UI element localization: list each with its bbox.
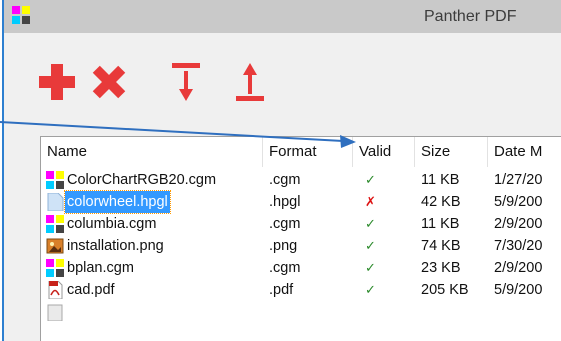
arrow-up-from-line-icon [236, 63, 264, 101]
file-date: 5/9/200 [494, 194, 543, 210]
file-format: .cgm [269, 260, 301, 276]
valid-check-icon: ✓ [365, 282, 376, 297]
valid-check-icon: ✓ [365, 172, 376, 187]
table-row[interactable]: ColorChartRGB20.cgm .cgm ✓ 11 KB 1/27/20 [41, 169, 561, 191]
file-size: 74 KB [421, 238, 461, 254]
file-format: .png [269, 238, 298, 254]
file-name: bplan.cgm [67, 260, 134, 276]
file-name: installation.png [67, 238, 164, 254]
file-date: 7/30/20 [494, 238, 543, 254]
file-size: 11 KB [421, 172, 460, 188]
move-top-button[interactable] [230, 57, 272, 105]
pdf-file-icon [48, 281, 63, 299]
file-date: 1/27/20 [494, 172, 543, 188]
valid-check-icon: ✓ [365, 216, 376, 231]
cgm-file-icon [46, 259, 64, 277]
file-format: .hpgl [269, 194, 301, 210]
list-header: Name Format Valid Size Date M [41, 137, 561, 167]
cgm-file-icon [46, 215, 64, 233]
app-window: Panther PDF Name Format Valid Size Date … [2, 0, 561, 341]
move-bottom-button[interactable] [166, 57, 208, 105]
file-size: 205 KB [421, 282, 469, 298]
valid-check-icon: ✓ [365, 238, 376, 253]
toolbar [4, 33, 561, 113]
app-icon [12, 6, 30, 24]
file-format: .pdf [269, 282, 294, 298]
plus-icon [39, 64, 75, 100]
file-name: columbia.cgm [67, 216, 157, 232]
window-title: Panther PDF [424, 8, 517, 25]
table-row[interactable] [41, 301, 561, 323]
delete-button[interactable] [88, 57, 130, 105]
column-header-date[interactable]: Date M [488, 137, 561, 167]
table-row[interactable]: installation.png .png ✓ 74 KB 7/30/20 [41, 235, 561, 257]
file-name: cad.pdf [67, 282, 115, 298]
file-date: 5/9/200 [494, 282, 543, 298]
column-header-valid[interactable]: Valid [353, 137, 415, 167]
x-icon [92, 65, 126, 99]
file-size: 11 KB [421, 216, 460, 232]
table-row[interactable]: columbia.cgm .cgm ✓ 11 KB 2/9/200 [41, 213, 561, 235]
file-name: ColorChartRGB20.cgm [67, 172, 217, 188]
column-header-name[interactable]: Name [41, 137, 263, 167]
file-date: 2/9/200 [494, 216, 543, 232]
table-row[interactable]: cad.pdf .pdf ✓ 205 KB 5/9/200 [41, 279, 561, 301]
file-icon [47, 304, 63, 321]
file-format: .cgm [269, 216, 301, 232]
column-header-size[interactable]: Size [415, 137, 488, 167]
invalid-cross-icon: ✗ [365, 194, 376, 209]
file-size: 42 KB [421, 194, 461, 210]
table-row[interactable]: bplan.cgm .cgm ✓ 23 KB 2/9/200 [41, 257, 561, 279]
file-date: 2/9/200 [494, 260, 543, 276]
arrow-down-to-line-icon [172, 63, 200, 101]
title-bar: Panther PDF [4, 0, 561, 33]
cgm-file-icon [46, 171, 64, 189]
valid-check-icon: ✓ [365, 260, 376, 275]
png-file-icon [46, 238, 64, 254]
file-format: .cgm [269, 172, 301, 188]
column-header-format[interactable]: Format [263, 137, 353, 167]
add-button[interactable] [36, 57, 78, 105]
table-row[interactable]: colorwheel.hpgl .hpgl ✗ 42 KB 5/9/200 [41, 190, 561, 214]
file-size: 23 KB [421, 260, 461, 276]
file-list: Name Format Valid Size Date M ColorChart… [40, 136, 561, 341]
file-name: colorwheel.hpgl [64, 190, 171, 214]
hpgl-file-icon [47, 193, 64, 211]
